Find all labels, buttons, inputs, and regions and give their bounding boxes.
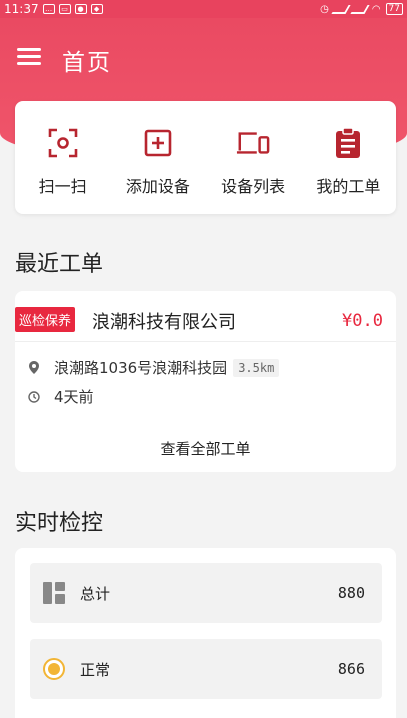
clipboard-icon [331,126,365,160]
app-notification-icon: ◆ [90,4,103,14]
quick-action-label: 扫一扫 [38,177,87,196]
monitor-row-normal[interactable]: 正常 866 [30,639,382,699]
order-time-row: 4天前 [28,386,94,407]
order-type-badge: 巡检保养 [15,307,76,332]
monitor-value: 866 [337,660,365,678]
order-time: 4天前 [54,388,94,406]
monitor-label: 总计 [80,584,111,603]
clock-icon [28,390,40,403]
quick-action-label: 设备列表 [221,177,286,196]
wifi-icon: ◠ [371,3,381,15]
order-price: ¥0.0 [342,311,383,331]
add-device-button[interactable]: 添加设备 [110,101,205,214]
device-list-icon [236,126,270,160]
menu-icon[interactable] [17,48,41,66]
signal-icon [350,4,370,14]
status-time: 11:37 [4,2,39,16]
order-company-name: 浪潮科技有限公司 [92,312,236,333]
monitor-label: 正常 [80,660,111,679]
quick-actions-card: 扫一扫 添加设备 设备列表 我的工单 [15,101,396,214]
order-address-row: 浪潮路1036号浪潮科技园 3.5km [28,357,280,378]
alarm-icon: ◷ [320,3,329,15]
normal-status-icon [42,657,66,681]
battery-icon: 77 [385,3,403,15]
scan-icon [46,126,80,160]
location-pin-icon [28,361,40,374]
add-device-icon [141,126,175,160]
quick-action-label: 我的工单 [316,177,381,196]
grid-icon [42,581,66,605]
page-title: 首页 [62,50,112,76]
scan-button[interactable]: 扫一扫 [15,101,110,214]
monitor-title: 实时检控 [15,511,104,536]
view-all-orders-link[interactable]: 查看全部工单 [15,438,396,459]
order-address: 浪潮路1036号浪潮科技园 [54,359,228,377]
status-bar: 11:37 … ▭ ● ◆ ◷ ◠ 77 [0,0,407,18]
monitor-card: 总计 880 正常 866 [15,548,396,718]
distance-badge: 3.5km [233,358,280,377]
divider [15,341,396,342]
notification-icon: ▭ [58,4,71,14]
device-list-button[interactable]: 设备列表 [206,101,301,214]
signal-icon [331,4,351,14]
order-card[interactable]: 巡检保养 浪潮科技有限公司 ¥0.0 浪潮路1036号浪潮科技园 3.5km 4… [15,291,396,472]
monitor-row-total[interactable]: 总计 880 [30,563,382,623]
recent-orders-title: 最近工单 [15,252,104,277]
quick-action-label: 添加设备 [125,177,190,196]
monitor-value: 880 [337,584,365,602]
app-notification-icon: ● [74,4,87,14]
message-notification-icon: … [42,4,55,14]
my-orders-button[interactable]: 我的工单 [301,101,396,214]
